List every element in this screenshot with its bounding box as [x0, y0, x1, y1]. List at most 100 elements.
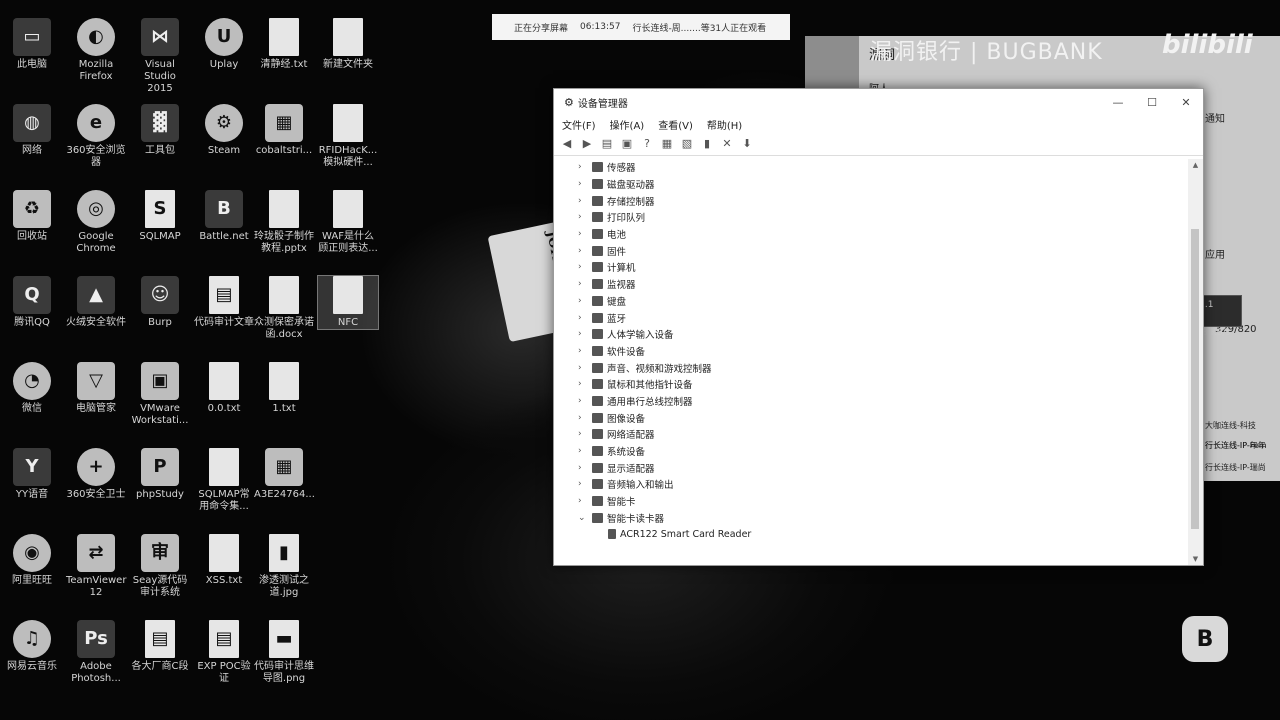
- expand-chevron-icon[interactable]: ›: [578, 196, 590, 206]
- expand-chevron-icon[interactable]: ›: [578, 396, 590, 406]
- desktop-icon[interactable]: 众测保密承诺函.docx: [254, 276, 314, 341]
- desktop-icon[interactable]: 0.0.txt: [194, 362, 254, 415]
- device-category[interactable]: › 人体学输入设备: [554, 326, 1187, 343]
- device-category[interactable]: › 软件设备: [554, 343, 1187, 360]
- desktop-icon[interactable]: 1.txt: [254, 362, 314, 415]
- view-icon[interactable]: ▦: [660, 137, 674, 151]
- device-category[interactable]: › 传感器: [554, 159, 1187, 176]
- device-category[interactable]: › 鼠标和其他指针设备: [554, 376, 1187, 393]
- menu-file[interactable]: 文件(F): [562, 117, 596, 132]
- chat-item[interactable]: 大咖连线-科技: [1205, 420, 1256, 431]
- device-category[interactable]: › 图像设备: [554, 409, 1187, 426]
- download-icon[interactable]: ⬇: [740, 137, 754, 151]
- desktop-icon[interactable]: Q 腾讯QQ: [2, 276, 62, 329]
- device-category[interactable]: › 音频输入和输出: [554, 476, 1187, 493]
- screen-share-bar[interactable]: 正在分享屏幕 06:13:57 行长连线-周.......等31人正在观看: [492, 14, 790, 40]
- back-arrow-icon[interactable]: ◀: [560, 137, 574, 151]
- desktop-icon[interactable]: PphpStudy: [130, 448, 190, 501]
- expand-chevron-icon[interactable]: ›: [578, 313, 590, 323]
- desktop-icon[interactable]: ▓ 工具包: [130, 104, 190, 157]
- properties-icon[interactable]: ▣: [620, 137, 634, 151]
- device-category[interactable]: › 显示适配器: [554, 459, 1187, 476]
- desktop-icon[interactable]: ◍ 网络: [2, 104, 62, 157]
- device-category[interactable]: › 键盘: [554, 293, 1187, 310]
- device-category[interactable]: › 计算机: [554, 259, 1187, 276]
- expand-chevron-icon[interactable]: ›: [578, 279, 590, 289]
- desktop-icon[interactable]: 玲珑骰子制作教程.pptx: [254, 190, 314, 255]
- expand-chevron-icon[interactable]: ›: [578, 446, 590, 456]
- desktop-icon[interactable]: ⋈ Visual Studio 2015: [130, 18, 190, 95]
- expand-chevron-icon[interactable]: ›: [578, 246, 590, 256]
- expand-chevron-icon[interactable]: ›: [578, 413, 590, 423]
- scroll-up-icon[interactable]: ▲: [1188, 161, 1203, 169]
- update-driver-icon[interactable]: ▮: [700, 137, 714, 151]
- desktop-icon[interactable]: e 360安全浏览器: [66, 104, 126, 169]
- desktop-icon[interactable]: ☺ Burp: [130, 276, 190, 329]
- device-category[interactable]: › 蓝牙: [554, 309, 1187, 326]
- desktop-icon[interactable]: ◐ Mozilla Firefox: [66, 18, 126, 83]
- device-category[interactable]: › 磁盘驱动器: [554, 176, 1187, 193]
- device-manager-titlebar[interactable]: ⚙ 设备管理器 — ☐ ✕: [554, 89, 1203, 115]
- expand-chevron-icon[interactable]: ›: [578, 329, 590, 339]
- forward-arrow-icon[interactable]: ▶: [580, 137, 594, 151]
- expand-chevron-icon[interactable]: ›: [578, 429, 590, 439]
- expand-chevron-icon[interactable]: ›: [578, 262, 590, 272]
- desktop-icon[interactable]: ⇄ TeamViewer 12: [66, 534, 126, 599]
- desktop-icon[interactable]: ▭ 此电脑: [2, 18, 62, 71]
- desktop-icon[interactable]: ▦ cobaltstri...: [254, 104, 314, 157]
- desktop-icon[interactable]: ⚙ Steam: [194, 104, 254, 157]
- desktop-icon[interactable]: S SQLMAP: [130, 190, 190, 243]
- close-button[interactable]: ✕: [1169, 96, 1203, 109]
- menu-view[interactable]: 查看(V): [658, 117, 693, 132]
- show-hide-tree-icon[interactable]: ▤: [600, 137, 614, 151]
- device-category[interactable]: › 网络适配器: [554, 426, 1187, 443]
- desktop-icon[interactable]: WAF是什么顾正则表达...: [318, 190, 378, 255]
- desktop-icon[interactable]: U Uplay: [194, 18, 254, 71]
- help-icon[interactable]: ?: [640, 137, 654, 151]
- desktop-icon[interactable]: ▤ 各大厂商C段: [130, 620, 190, 673]
- desktop-icon[interactable]: ▦ A3E24764...: [254, 448, 315, 501]
- desktop-icon[interactable]: 清静经.txt: [254, 18, 314, 71]
- expand-chevron-icon[interactable]: ›: [578, 379, 590, 389]
- desktop-icon[interactable]: SQLMAP常用命令集...: [194, 448, 254, 513]
- device-category[interactable]: ⌄ 智能卡读卡器: [554, 509, 1187, 526]
- device-manager-window[interactable]: ⚙ 设备管理器 — ☐ ✕ 文件(F) 操作(A) 查看(V) 帮助(H) ◀ …: [553, 88, 1204, 566]
- menu-action[interactable]: 操作(A): [610, 117, 645, 132]
- minimize-button[interactable]: —: [1101, 96, 1135, 109]
- desktop-icon[interactable]: Ps Adobe Photosh...: [66, 620, 126, 685]
- desktop-icon[interactable]: 新建文件夹: [318, 18, 378, 71]
- vertical-scrollbar[interactable]: ▲ ▼: [1188, 159, 1203, 565]
- desktop-icon[interactable]: ♫ 网易云音乐: [2, 620, 62, 673]
- device-category[interactable]: › 系统设备: [554, 443, 1187, 460]
- chat-item[interactable]: 行长连线-IP-瑞尚: [1205, 462, 1266, 473]
- menu-help[interactable]: 帮助(H): [707, 117, 742, 132]
- desktop-icon[interactable]: ◔ 微信: [2, 362, 62, 415]
- uninstall-icon[interactable]: ✕: [720, 137, 734, 151]
- desktop-icon[interactable]: B Battle.net: [194, 190, 254, 243]
- desktop-icon[interactable]: NFC: [317, 275, 379, 330]
- desktop-icon[interactable]: ▤ 代码审计文章: [194, 276, 254, 329]
- expand-chevron-icon[interactable]: ›: [578, 463, 590, 473]
- desktop-icon[interactable]: ▮ 渗透测试之道.jpg: [254, 534, 314, 599]
- expand-chevron-icon[interactable]: ›: [578, 162, 590, 172]
- expand-chevron-icon[interactable]: ›: [578, 212, 590, 222]
- scroll-down-icon[interactable]: ▼: [1188, 555, 1203, 563]
- expand-chevron-icon[interactable]: ›: [578, 496, 590, 506]
- desktop-icon[interactable]: ◎ Google Chrome: [66, 190, 126, 255]
- desktop-icon[interactable]: ♻ 回收站: [2, 190, 62, 243]
- desktop-icon[interactable]: XSS.txt: [194, 534, 254, 587]
- expand-chevron-icon[interactable]: ›: [578, 346, 590, 356]
- device-category[interactable]: › 声音、视频和游戏控制器: [554, 359, 1187, 376]
- chat-item[interactable]: 行长连线-IP-年年: [1205, 440, 1266, 451]
- expand-chevron-icon[interactable]: ›: [578, 179, 590, 189]
- desktop-icon[interactable]: +360安全卫士: [66, 448, 126, 501]
- device-category[interactable]: › 通用串行总线控制器: [554, 393, 1187, 410]
- device-category[interactable]: › 智能卡: [554, 493, 1187, 510]
- desktop-icon[interactable]: ▽ 电脑管家: [66, 362, 126, 415]
- desktop-icon[interactable]: Y YY语音: [2, 448, 62, 501]
- desktop-icon[interactable]: RFIDHacK...模拟硬件...: [318, 104, 378, 169]
- maximize-button[interactable]: ☐: [1135, 96, 1169, 109]
- desktop-icon[interactable]: ▣ VMware Workstati...: [130, 362, 190, 427]
- device-item[interactable]: ACR122 Smart Card Reader: [554, 526, 1187, 543]
- device-category[interactable]: › 打印队列: [554, 209, 1187, 226]
